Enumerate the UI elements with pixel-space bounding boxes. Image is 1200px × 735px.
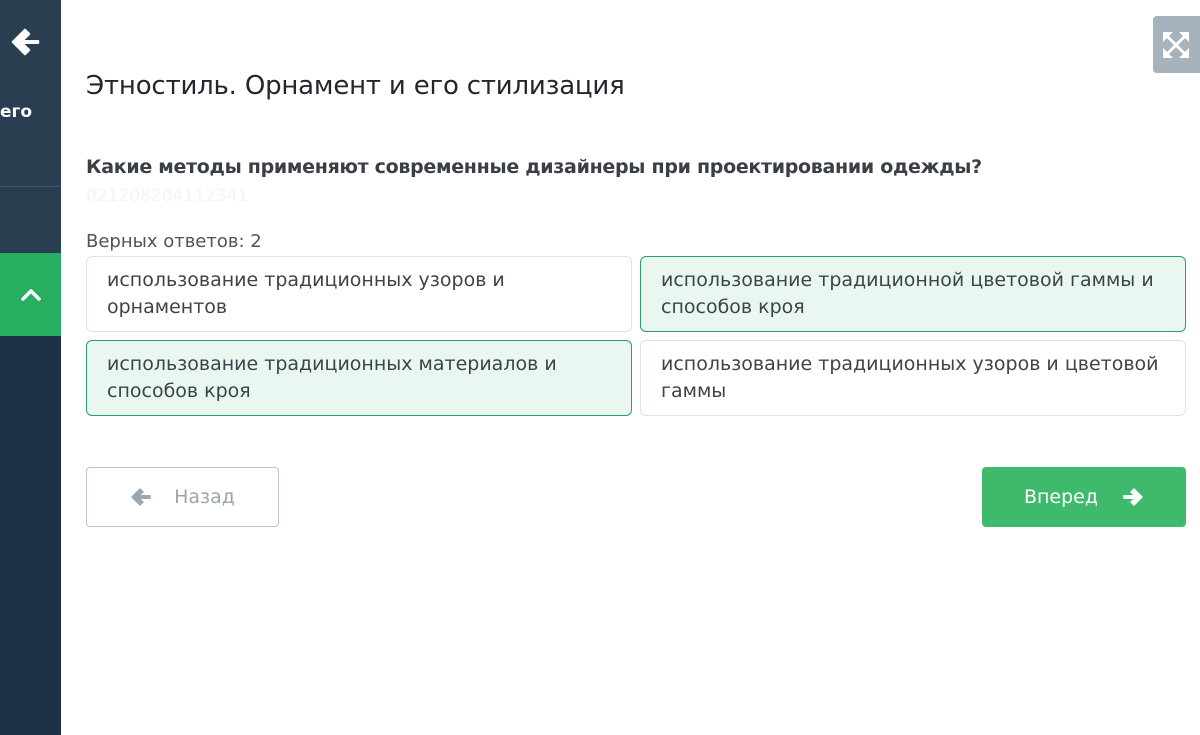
question-id: 021208204112341 [86, 186, 249, 206]
expand-icon [1163, 31, 1189, 58]
sidebar-collapse-button[interactable] [0, 253, 61, 336]
next-button[interactable]: Вперед [982, 467, 1186, 527]
sidebar: его [0, 0, 61, 735]
answer-option-text: использование традиционных узоров и орна… [107, 269, 505, 318]
fullscreen-button[interactable] [1153, 16, 1200, 73]
page-title: Этностиль. Орнамент и его стилизация [86, 71, 625, 101]
answer-option[interactable]: использование традиционных материалов и … [86, 340, 632, 416]
sidebar-title-text: его [0, 102, 33, 122]
sidebar-header: его [0, 0, 61, 186]
answer-option[interactable]: использование традиционных узоров и орна… [86, 256, 632, 332]
chevron-up-icon [20, 288, 41, 301]
answer-option[interactable]: использование традиционной цветовой гамм… [640, 256, 1186, 332]
arrow-left-icon [11, 28, 40, 56]
next-button-label: Вперед [1023, 486, 1099, 508]
question-text: Какие методы применяют современные дизай… [86, 156, 982, 178]
sidebar-lesson-title: его [0, 102, 61, 122]
sidebar-back-button[interactable] [9, 26, 41, 58]
back-button[interactable]: Назад [86, 467, 279, 527]
arrow-left-icon [131, 488, 151, 506]
answer-option-text: использование традиционных узоров и цвет… [661, 353, 1159, 402]
correct-answers-count: Верных ответов: 2 [86, 231, 262, 252]
back-button-label: Назад [174, 486, 235, 508]
sidebar-item[interactable] [0, 187, 61, 253]
answer-option-text: использование традиционных материалов и … [107, 353, 557, 402]
answer-option-text: использование традиционной цветовой гамм… [661, 269, 1154, 318]
arrow-right-icon [1123, 488, 1143, 506]
answer-option[interactable]: использование традиционных узоров и цвет… [640, 340, 1186, 416]
